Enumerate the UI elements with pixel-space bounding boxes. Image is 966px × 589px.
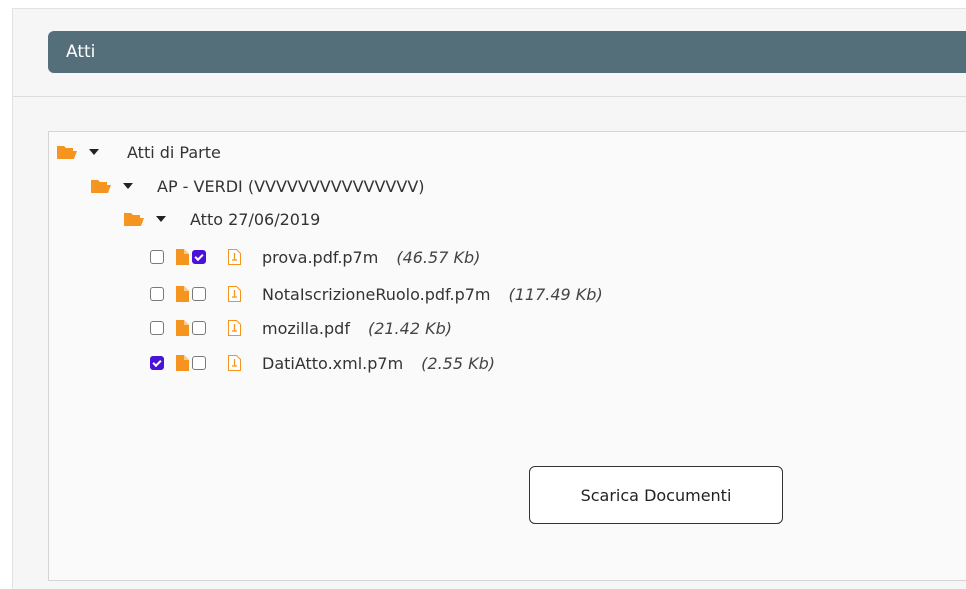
file-select-checkbox[interactable] [150,321,164,335]
tree-node-atto-date[interactable]: Atto 27/06/2019 [124,207,320,231]
file-row: NotaIscrizioneRuolo.pdf.p7m (117.49 Kb) [150,282,603,306]
file-select-checkbox[interactable] [150,287,164,301]
file-icon [176,355,189,371]
file-size: (2.55 Kb) [421,353,495,373]
file-size: (117.49 Kb) [508,284,603,304]
file-pdf-icon [228,320,241,336]
file-row: mozilla.pdf (21.42 Kb) [150,316,452,340]
file-row: prova.pdf.p7m (46.57 Kb) [150,245,480,269]
file-icon [176,249,189,265]
file-name[interactable]: prova.pdf.p7m [262,248,378,267]
file-flag-checkbox[interactable] [192,250,206,264]
panel-title: Atti [66,42,96,62]
folder-open-icon [91,180,111,193]
file-row: DatiAtto.xml.p7m (2.55 Kb) [150,351,495,375]
file-flag-checkbox[interactable] [192,321,206,335]
tree-node-atti-di-parte[interactable]: Atti di Parte [57,140,221,164]
file-size: (21.42 Kb) [367,318,452,338]
file-name[interactable]: DatiAtto.xml.p7m [262,354,403,373]
folder-open-icon [124,213,144,226]
caret-down-icon[interactable] [89,149,99,155]
panel-divider [13,96,966,97]
tree-node-label: Atti di Parte [127,142,221,162]
file-size: (46.57 Kb) [396,247,481,267]
caret-down-icon[interactable] [156,216,166,222]
tree-node-label: AP - VERDI (VVVVVVVVVVVVVVV) [157,176,425,196]
file-icon [176,320,189,336]
file-pdf-icon [228,355,241,371]
file-pdf-icon [228,249,241,265]
download-documents-button[interactable]: Scarica Documenti [529,466,783,524]
file-name[interactable]: mozilla.pdf [262,319,350,338]
panel-header: Atti [48,31,966,73]
file-flag-checkbox[interactable] [192,356,206,370]
file-icon [176,286,189,302]
file-pdf-icon [228,286,241,302]
file-select-checkbox[interactable] [150,356,164,370]
file-select-checkbox[interactable] [150,250,164,264]
folder-open-icon [57,146,77,159]
tree-node-label: Atto 27/06/2019 [190,209,321,229]
tree-node-ap-verdi[interactable]: AP - VERDI (VVVVVVVVVVVVVVV) [91,174,425,198]
file-name[interactable]: NotaIscrizioneRuolo.pdf.p7m [262,285,490,304]
file-flag-checkbox[interactable] [192,287,206,301]
caret-down-icon[interactable] [123,183,133,189]
